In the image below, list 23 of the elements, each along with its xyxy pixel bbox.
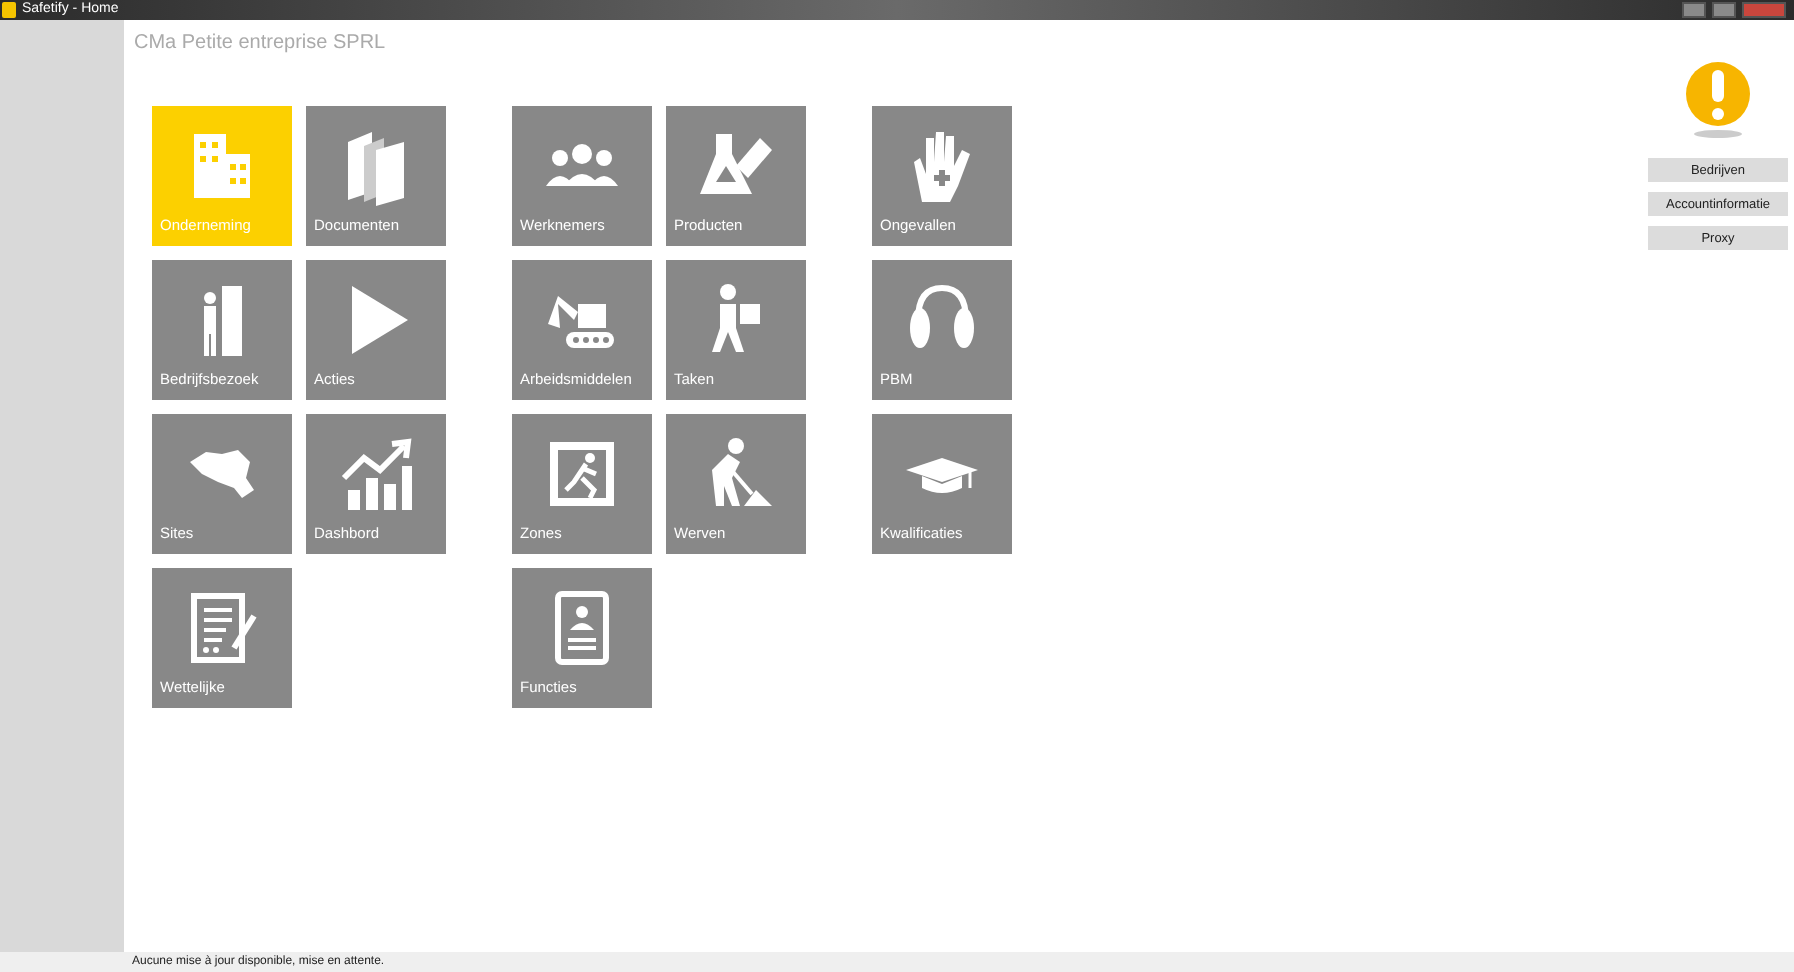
- ear-protection-icon: [910, 285, 974, 348]
- emergency-exit-icon: [550, 442, 614, 506]
- flask-icon: [700, 134, 772, 194]
- id-card-icon: [555, 591, 609, 665]
- hand-cross-icon: [914, 132, 970, 202]
- door-person-icon: [204, 286, 242, 356]
- minimize-button[interactable]: [1682, 2, 1706, 18]
- excavator-icon: [548, 296, 614, 348]
- document-pen-icon: [191, 593, 257, 663]
- people-icon: [546, 144, 618, 186]
- books-icon: [348, 132, 404, 206]
- person-shoveling-icon: [712, 438, 772, 506]
- buildings-icon: [194, 134, 250, 198]
- app-icon: [2, 2, 16, 18]
- map-icon: [190, 450, 254, 498]
- maximize-button[interactable]: [1712, 2, 1736, 18]
- graduation-cap-icon: [906, 458, 978, 493]
- chart-icon: [341, 438, 412, 510]
- close-button[interactable]: [1742, 2, 1786, 18]
- company-name: CMa Petite entreprise SPRL: [134, 32, 388, 54]
- play-icon: [352, 286, 408, 354]
- person-carrying-box-icon: [712, 284, 760, 352]
- warning-icon: [1682, 60, 1754, 140]
